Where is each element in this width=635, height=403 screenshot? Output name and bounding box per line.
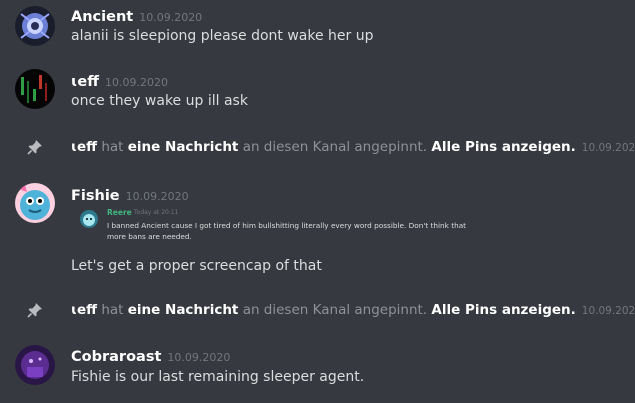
timestamp: 10.09.2020: [125, 190, 189, 203]
avatar[interactable]: [15, 183, 55, 223]
pin-rest: an diesen Kanal angepinnt.: [242, 302, 428, 318]
author-name[interactable]: Cobraroast: [71, 349, 161, 365]
embed-author: Reere: [107, 208, 132, 217]
timestamp: 10.09.2020: [581, 142, 635, 154]
message-text: once they wake up ill ask: [71, 93, 248, 109]
avatar[interactable]: [15, 69, 55, 109]
author-name[interactable]: Fishie: [71, 188, 120, 204]
avatar[interactable]: [15, 6, 55, 46]
timestamp: 10.09.2020: [167, 351, 231, 364]
timestamp: 10.09.2020: [139, 11, 203, 24]
pin-rest: an diesen Kanal angepinnt.: [242, 139, 428, 155]
author-name[interactable]: ɩeff: [71, 74, 99, 90]
message-cobraroast: Cobraroast 10.09.2020 Fishie is our last …: [0, 338, 635, 398]
pinned-message-link[interactable]: eine Nachricht: [128, 139, 239, 155]
view-all-pins-link[interactable]: Alle Pins anzeigen.: [431, 302, 575, 318]
message-text: Fishie is our last remaining sleeper age…: [71, 369, 365, 385]
pin-icon: [26, 301, 44, 319]
pin-user[interactable]: ɩeff: [71, 302, 97, 318]
avatar[interactable]: [15, 345, 55, 385]
pin-user[interactable]: ɩeff: [71, 139, 97, 155]
message-ancient: Ancient 10.09.2020 alanii is sleepiong pl…: [0, 0, 635, 50]
pin-verb: hat: [101, 139, 124, 155]
embed-avatar: [80, 210, 98, 228]
embed-timestamp: Today at 20:11: [134, 208, 179, 216]
message-text: alanii is sleepiong please dont wake her…: [71, 28, 374, 44]
timestamp: 10.09.2020: [581, 305, 635, 317]
pin-notice: ɩeff hat eine Nachricht an diesen Kanal …: [0, 138, 635, 158]
pin-notice: ɩeff hat eine Nachricht an diesen Kanal …: [0, 301, 635, 321]
pin-icon: [26, 138, 44, 156]
message-text: Let's get a proper screencap of that: [71, 258, 322, 274]
author-name[interactable]: Ancient: [71, 9, 133, 25]
timestamp: 10.09.2020: [104, 76, 168, 89]
message-leff: ɩeff 10.09.2020 once they wake up ill ask: [0, 62, 635, 112]
pin-verb: hat: [101, 302, 124, 318]
view-all-pins-link[interactable]: Alle Pins anzeigen.: [431, 139, 575, 155]
embed-text: I banned Ancient cause I got tired of hi…: [107, 221, 467, 241]
pinned-message-link[interactable]: eine Nachricht: [128, 302, 239, 318]
screenshot-image[interactable]: Reere Today at 20:11 I banned Ancient ca…: [80, 208, 480, 248]
